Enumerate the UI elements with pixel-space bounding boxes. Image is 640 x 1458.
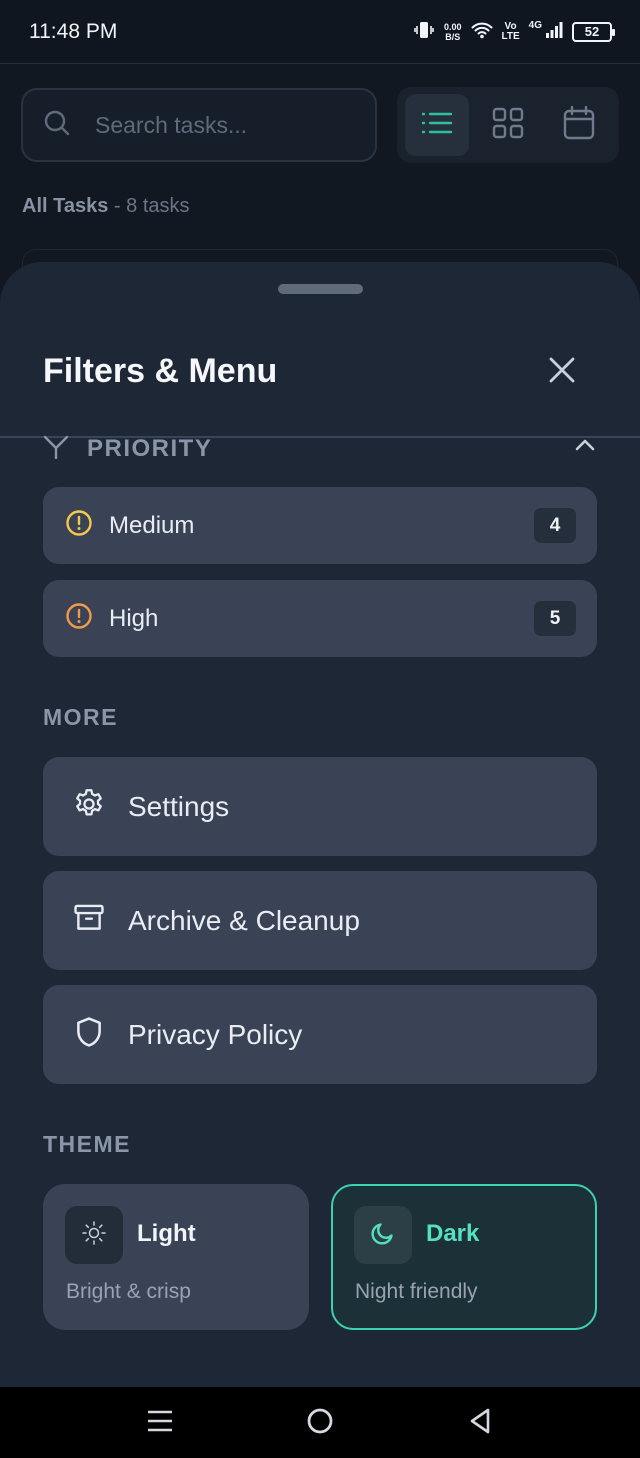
archive-icon	[72, 901, 106, 940]
priority-filter-label: High	[109, 604, 159, 632]
priority-filter-count: 4	[534, 508, 576, 543]
list-icon	[420, 109, 454, 142]
theme-option-subtitle: Bright & crisp	[66, 1280, 191, 1303]
wifi-icon	[471, 21, 493, 44]
network-speed-value: 0.00	[443, 22, 462, 32]
priority-filter-medium[interactable]: Medium 4	[43, 487, 597, 564]
status-time: 11:48 PM	[29, 20, 118, 43]
moon-icon	[369, 1219, 397, 1252]
settings-label: Settings	[128, 790, 230, 822]
theme-option-light[interactable]: Light Bright & crisp	[43, 1184, 309, 1330]
volte-indicator: Vo LTE	[502, 22, 520, 42]
theme-option-dark[interactable]: Dark Night friendly	[331, 1184, 597, 1330]
system-nav-bar	[0, 1387, 640, 1458]
recent-apps-icon	[147, 1409, 173, 1438]
task-count: 8 tasks	[126, 195, 190, 217]
priority-filter-count: 5	[534, 601, 576, 636]
archive-cleanup-label: Archive & Cleanup	[128, 904, 360, 936]
search-placeholder: Search tasks...	[95, 111, 248, 138]
filter-icon	[43, 435, 69, 464]
privacy-policy-button[interactable]: Privacy Policy	[43, 985, 597, 1084]
settings-button[interactable]: Settings	[43, 757, 597, 856]
grid-view-button[interactable]	[476, 94, 540, 156]
vibrate-icon	[413, 20, 435, 45]
network-speed: 0.00 B/S	[444, 22, 462, 42]
more-section-label: MORE	[43, 704, 118, 730]
calendar-icon	[563, 105, 595, 145]
alert-circle-icon	[65, 602, 93, 635]
sheet-title: Filters & Menu	[43, 352, 278, 390]
privacy-policy-label: Privacy Policy	[128, 1018, 303, 1050]
calendar-view-button[interactable]	[547, 94, 611, 156]
sun-icon	[81, 1220, 107, 1251]
priority-filter-high[interactable]: High 5	[43, 580, 597, 657]
task-count-header: All Tasks - 8 tasks	[22, 195, 190, 218]
home-icon	[306, 1407, 334, 1440]
priority-section-label: PRIORITY	[87, 435, 213, 462]
volte-bottom: LTE	[501, 31, 520, 42]
priority-filter-label: Medium	[109, 511, 195, 539]
list-view-button[interactable]	[405, 94, 469, 156]
status-icons: 0.00 B/S Vo LTE 4G 52	[413, 17, 615, 47]
close-button[interactable]	[540, 350, 584, 394]
theme-option-title: Light	[137, 1220, 196, 1247]
battery-indicator: 52	[572, 22, 615, 42]
theme-section-label: THEME	[43, 1131, 131, 1157]
priority-section-toggle[interactable]: PRIORITY	[43, 434, 599, 464]
gear-icon	[72, 787, 106, 826]
filters-menu-sheet: Filters & Menu PRIORITY Medium 4 High 5 …	[0, 262, 640, 1387]
network-speed-unit: B/S	[445, 32, 461, 42]
view-toggle	[397, 87, 619, 163]
theme-option-icon-box	[354, 1206, 412, 1264]
alert-circle-icon	[65, 509, 93, 542]
search-icon	[43, 109, 71, 142]
grid-icon	[492, 107, 524, 144]
task-count-separator: -	[113, 195, 121, 217]
network-type: 4G	[528, 20, 542, 31]
back-button[interactable]	[466, 1407, 494, 1440]
drag-handle[interactable]	[278, 284, 363, 294]
back-icon	[468, 1407, 492, 1440]
status-bar: 11:48 PM 0.00 B/S Vo LTE 4G 52	[0, 0, 640, 64]
archive-cleanup-button[interactable]: Archive & Cleanup	[43, 871, 597, 970]
chevron-up-icon	[575, 438, 595, 457]
theme-option-title: Dark	[426, 1220, 480, 1247]
search-input[interactable]: Search tasks...	[21, 88, 377, 162]
recent-apps-button[interactable]	[146, 1409, 174, 1437]
close-icon	[547, 355, 577, 390]
home-button[interactable]	[306, 1407, 334, 1440]
sheet-header: Filters & Menu	[0, 262, 640, 438]
theme-option-icon-box	[65, 1206, 123, 1264]
shield-icon	[72, 1015, 106, 1054]
signal-icon	[545, 21, 563, 44]
task-list-title: All Tasks	[22, 195, 109, 217]
theme-option-subtitle: Night friendly	[355, 1280, 478, 1303]
